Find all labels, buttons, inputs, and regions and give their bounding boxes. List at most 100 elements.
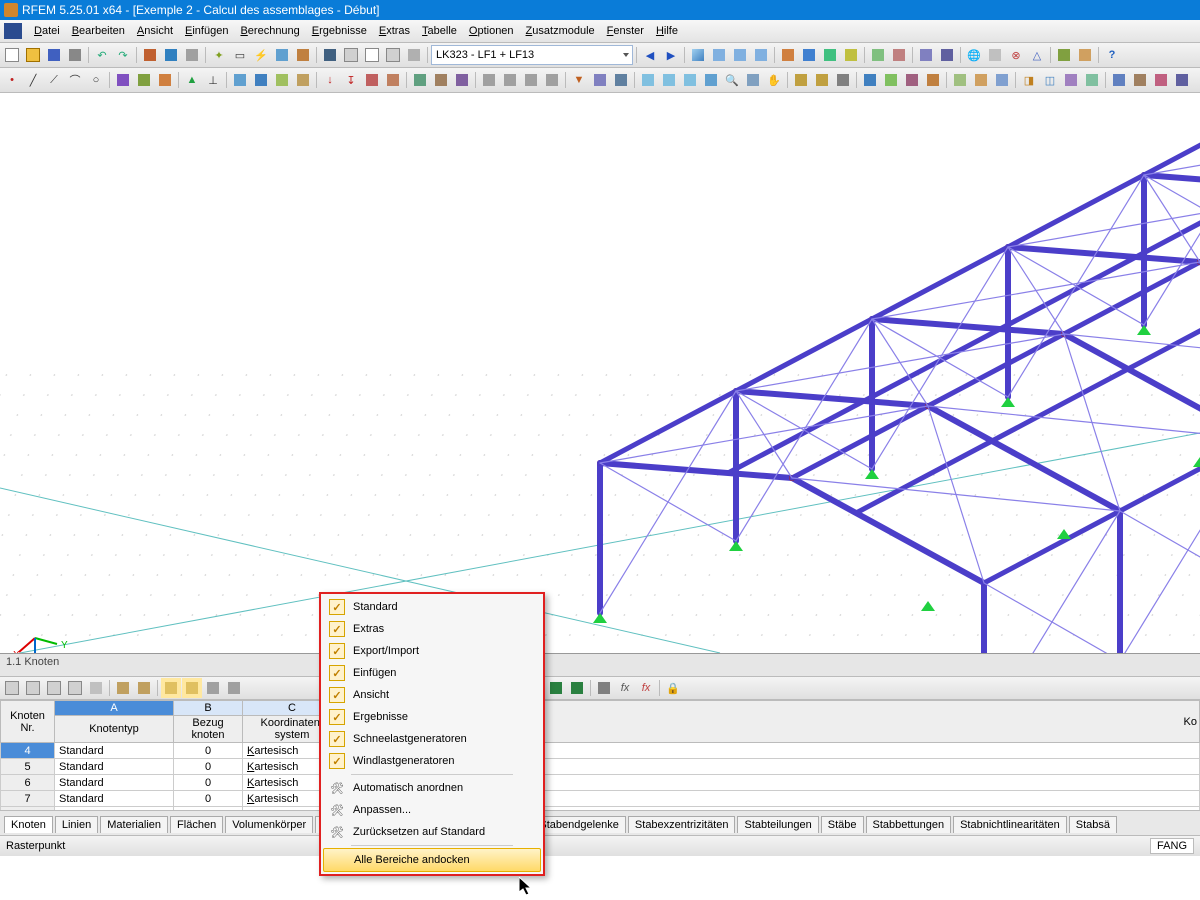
geom-icon[interactable] [985, 45, 1005, 65]
support-icon[interactable]: ⊥ [203, 70, 223, 90]
view-xy-icon[interactable] [638, 70, 658, 90]
render-icon[interactable] [971, 70, 991, 90]
render-icon[interactable] [950, 70, 970, 90]
menu-datei[interactable]: Datei [28, 23, 66, 39]
cube3d-icon[interactable] [1130, 70, 1150, 90]
arc-icon[interactable]: ⌒ [65, 70, 85, 90]
tool-icon[interactable] [272, 45, 292, 65]
tab-stabbettungen[interactable]: Stabbettungen [866, 816, 952, 833]
status-snap[interactable]: FANG [1150, 838, 1194, 854]
excel-icon[interactable] [546, 678, 566, 698]
tab-flächen[interactable]: Flächen [170, 816, 223, 833]
tool-icon[interactable] [293, 45, 313, 65]
load-icon[interactable] [383, 70, 403, 90]
panel-icon[interactable] [404, 45, 424, 65]
cube-icon[interactable] [916, 45, 936, 65]
misc-icon[interactable] [860, 70, 880, 90]
misc-icon[interactable] [881, 70, 901, 90]
menu-hilfe[interactable]: Hilfe [650, 23, 684, 39]
tab-volumenkörper[interactable]: Volumenkörper [225, 816, 313, 833]
help-icon[interactable]: ? [1102, 45, 1122, 65]
lock-icon[interactable]: 🔒 [663, 678, 683, 698]
view-yz-icon[interactable] [680, 70, 700, 90]
member-icon[interactable] [155, 70, 175, 90]
col-knotentyp[interactable]: Knotentyp [55, 716, 174, 743]
next-icon[interactable]: ▶ [661, 45, 681, 65]
tab-stäbe[interactable]: Stäbe [821, 816, 864, 833]
zoom-all-icon[interactable] [743, 70, 763, 90]
edit-icon[interactable] [500, 70, 520, 90]
table-row[interactable]: 7Standard0Kartesisch [1, 791, 1200, 807]
snap-icon[interactable] [791, 70, 811, 90]
result-icon[interactable] [799, 45, 819, 65]
surface-icon[interactable] [272, 70, 292, 90]
col-knoten-nr[interactable]: Knoten Nr. [1, 701, 55, 743]
tab-stabexzentrizitäten[interactable]: Stabexzentrizitäten [628, 816, 736, 833]
tab-materialien[interactable]: Materialien [100, 816, 168, 833]
grid-icon[interactable] [833, 70, 853, 90]
view-icon[interactable] [751, 45, 771, 65]
menu-tabelle[interactable]: Tabelle [416, 23, 463, 39]
ctx-schneelastgeneratoren[interactable]: Schneelastgeneratoren [323, 728, 541, 750]
loadcase-combo[interactable]: LK323 - LF1 + LF13 [431, 45, 633, 65]
line-icon[interactable]: ╱ [23, 70, 43, 90]
menu-ergebnisse[interactable]: Ergebnisse [306, 23, 373, 39]
ctx-extras[interactable]: Extras [323, 618, 541, 640]
open-icon[interactable] [23, 45, 43, 65]
menu-zusatzmodule[interactable]: Zusatzmodule [520, 23, 601, 39]
view-icon[interactable] [730, 45, 750, 65]
ctx-einfgen[interactable]: Einfügen [323, 662, 541, 684]
excel-icon[interactable] [567, 678, 587, 698]
table-nav-icon[interactable] [182, 678, 202, 698]
member-icon[interactable] [113, 70, 133, 90]
tab-stabnichtlinearitäten[interactable]: Stabnichtlinearitäten [953, 816, 1067, 833]
table-icon[interactable] [341, 45, 361, 65]
redo-icon[interactable]: ↷ [113, 45, 133, 65]
calc-icon[interactable] [594, 678, 614, 698]
iso-icon[interactable] [701, 70, 721, 90]
misc-icon[interactable] [923, 70, 943, 90]
circle-icon[interactable]: ○ [86, 70, 106, 90]
gen-icon[interactable] [1082, 70, 1102, 90]
tool-icon[interactable] [140, 45, 160, 65]
undo-icon[interactable]: ↶ [92, 45, 112, 65]
gen-icon[interactable] [1061, 70, 1081, 90]
graph-icon[interactable] [889, 45, 909, 65]
select-icon[interactable]: ▭ [230, 45, 250, 65]
load-icon[interactable]: ↓ [320, 70, 340, 90]
globe-icon[interactable]: 🌐 [964, 45, 984, 65]
result-icon[interactable] [820, 45, 840, 65]
surface-icon[interactable] [230, 70, 250, 90]
fx-del-icon[interactable]: fx [636, 678, 656, 698]
table-nav-icon[interactable] [86, 678, 106, 698]
load-icon[interactable] [362, 70, 382, 90]
cube3d-icon[interactable] [1109, 70, 1129, 90]
filter-icon[interactable] [590, 70, 610, 90]
ctx-ansicht[interactable]: Ansicht [323, 684, 541, 706]
filter-icon[interactable]: ▼ [569, 70, 589, 90]
graph-icon[interactable] [868, 45, 888, 65]
menu-bearbeiten[interactable]: Bearbeiten [66, 23, 131, 39]
save-icon[interactable] [44, 45, 64, 65]
table-row[interactable]: 4Standard0Kartesisch [1, 743, 1200, 759]
member-icon[interactable] [134, 70, 154, 90]
table-row[interactable]: 6Standard0Kartesisch [1, 775, 1200, 791]
lightning-icon[interactable]: ⚡ [251, 45, 271, 65]
filter-icon[interactable] [611, 70, 631, 90]
geom-icon[interactable]: ⊗ [1006, 45, 1026, 65]
menu-einfügen[interactable]: Einfügen [179, 23, 234, 39]
table-nav-icon[interactable] [2, 678, 22, 698]
ctx-standard[interactable]: Standard [323, 596, 541, 618]
menu-ansicht[interactable]: Ansicht [131, 23, 179, 39]
polyline-icon[interactable]: ⟋ [44, 70, 64, 90]
render-icon[interactable] [992, 70, 1012, 90]
gen-icon[interactable]: ◨ [1019, 70, 1039, 90]
col-bezug[interactable]: Bezug knoten [174, 716, 243, 743]
home-icon[interactable] [4, 23, 22, 39]
ctx-automatischanordnen[interactable]: 🛠Automatisch anordnen [323, 777, 541, 799]
edit-icon[interactable] [542, 70, 562, 90]
snap-icon[interactable] [812, 70, 832, 90]
misc-icon[interactable] [902, 70, 922, 90]
table-nav-icon[interactable] [134, 678, 154, 698]
table-nav-icon[interactable] [161, 678, 181, 698]
